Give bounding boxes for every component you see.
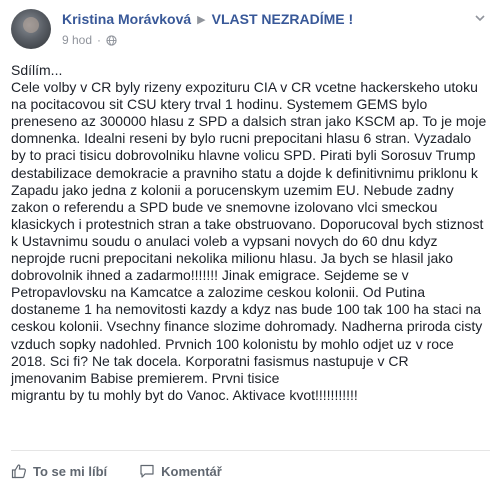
post-header: Kristina Morávková ▶ VLAST NEZRADÍME ! (62, 11, 353, 27)
thumbs-up-icon (11, 464, 26, 479)
avatar[interactable] (11, 9, 51, 49)
post-body: Sdílím... Cele volby v CR byly rizeny ex… (11, 62, 491, 404)
separator-dot: · (97, 33, 102, 47)
group-name[interactable]: VLAST NEZRADÍME ! (212, 11, 354, 27)
author-name[interactable]: Kristina Morávková (62, 11, 191, 27)
post-text: Sdílím... Cele volby v CR byly rizeny ex… (11, 62, 487, 403)
like-label: To se mi líbí (33, 463, 108, 479)
divider (11, 450, 490, 451)
chevron-down-icon[interactable] (474, 12, 486, 24)
globe-icon[interactable] (106, 34, 117, 46)
post-actions: To se mi líbí Komentář (11, 463, 222, 479)
feed-post: Kristina Morávková ▶ VLAST NEZRADÍME ! 9 h… (0, 0, 501, 493)
like-button[interactable]: To se mi líbí (11, 463, 107, 479)
post-meta: 9 hod · (62, 33, 117, 47)
comment-label: Komentář (161, 463, 222, 479)
right-triangle-icon: ▶ (197, 14, 206, 26)
comment-button[interactable]: Komentář (139, 463, 222, 479)
post-timestamp[interactable]: 9 hod (62, 33, 92, 47)
speech-bubble-icon (140, 464, 154, 478)
